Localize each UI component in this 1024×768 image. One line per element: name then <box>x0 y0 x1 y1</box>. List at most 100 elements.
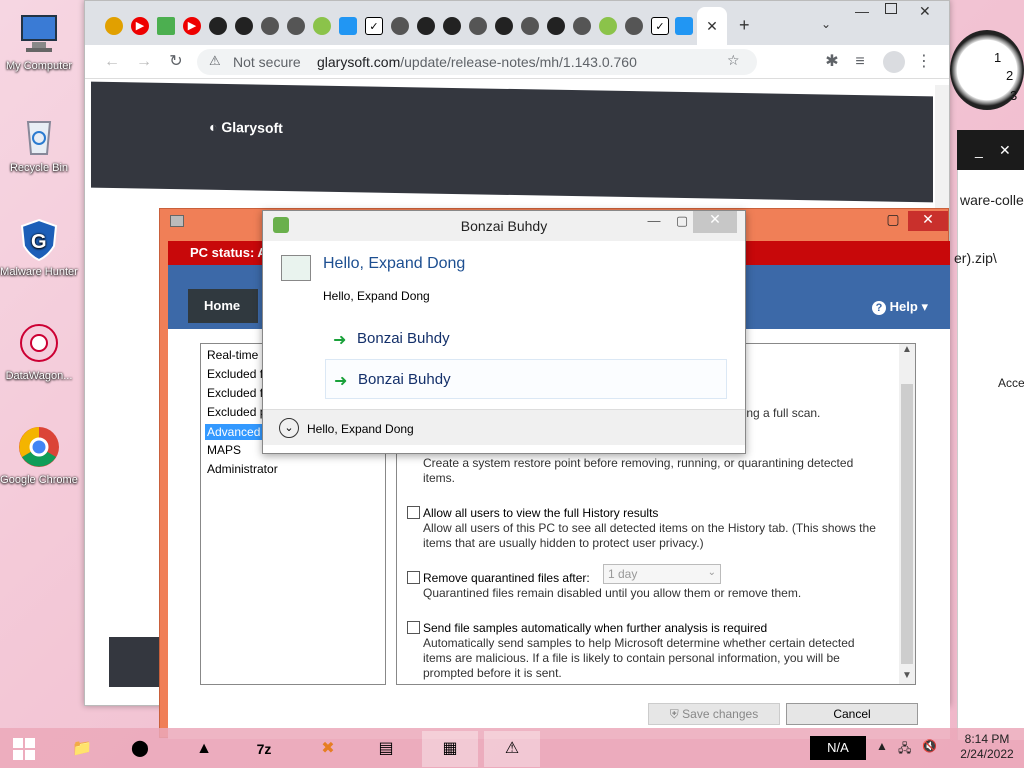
dialog-subtext: Hello, Expand Dong <box>323 289 430 303</box>
7zip-icon[interactable]: 7z <box>236 731 292 767</box>
file-explorer-icon[interactable]: 📁 <box>54 731 110 767</box>
desktop-icon-label: DataWagon... <box>5 370 73 382</box>
settings-nav-item-advanced[interactable]: Advanced <box>205 424 263 440</box>
desktop-icon-label: Recycle Bin <box>9 162 69 174</box>
taskbar-app-icon[interactable]: ▲ <box>176 731 232 767</box>
settings-nav-item[interactable]: Real-time p <box>207 348 268 362</box>
minimize-icon[interactable]: _ <box>975 142 983 158</box>
logo-text: Glarysoft <box>221 118 283 136</box>
quarantine-checkbox[interactable] <box>407 571 420 584</box>
globe-icon[interactable] <box>261 17 279 35</box>
volume-muted-icon[interactable]: 🔇 <box>922 739 937 753</box>
samples-option-label[interactable]: Send file samples automatically when fur… <box>423 621 767 635</box>
command-link[interactable]: ➜ Bonzai Buhdy <box>325 319 727 359</box>
na-indicator[interactable]: N/A <box>810 736 866 760</box>
close-icon[interactable]: ✕ <box>919 3 931 20</box>
extensions-icon[interactable]: ✱ <box>821 51 843 73</box>
checkbox-icon[interactable]: ✓ <box>365 17 383 35</box>
globe-icon[interactable] <box>521 17 539 35</box>
globe-icon[interactable] <box>573 17 591 35</box>
security-label: Not secure <box>233 54 301 70</box>
back-icon[interactable]: ← <box>101 51 123 73</box>
maximize-icon[interactable] <box>885 3 897 14</box>
tab-favicon-icon[interactable] <box>105 17 123 35</box>
desktop-icon-google-chrome[interactable]: Google Chrome <box>0 424 78 487</box>
xampp-icon[interactable]: ✖ <box>300 731 356 767</box>
shield-icon[interactable] <box>675 17 693 35</box>
desktop-icon-recycle-bin[interactable]: Recycle Bin <box>0 112 78 175</box>
tab-search-icon[interactable]: ⌄ <box>821 17 831 31</box>
desktop-icon-datawagon[interactable]: DataWagon... <box>0 320 78 383</box>
scrollbar-thumb[interactable] <box>901 384 913 664</box>
settings-nav-item[interactable]: MAPS <box>207 443 241 457</box>
address-bar[interactable]: ⚠ Not secure glarysoft.com/update/releas… <box>197 49 757 75</box>
close-icon[interactable]: ✕ <box>693 211 737 233</box>
globe-icon[interactable] <box>287 17 305 35</box>
reload-icon[interactable]: ↻ <box>165 51 187 73</box>
chrome-icon[interactable]: ⬤ <box>112 731 168 767</box>
maximize-icon[interactable]: ▢ <box>878 211 908 231</box>
save-changes-label: Save changes <box>682 707 759 721</box>
youtube-icon[interactable]: ▶ <box>131 17 149 35</box>
show-hidden-icons-icon[interactable]: ▲ <box>876 739 888 753</box>
command-link[interactable]: ➜ Bonzai Buhdy <box>325 359 727 399</box>
minimize-icon[interactable]: — <box>855 3 869 19</box>
warning-icon[interactable]: ⚠ <box>209 53 221 69</box>
settings-nav-item[interactable]: Excluded fi <box>207 367 266 381</box>
quarantine-period-select[interactable]: 1 day ⌄ <box>603 564 721 584</box>
github-icon[interactable] <box>209 17 227 35</box>
samples-checkbox[interactable] <box>407 621 420 634</box>
github-icon[interactable] <box>235 17 253 35</box>
taskbar-clock[interactable]: 8:14 PM 2/24/2022 <box>950 732 1024 762</box>
page-banner: ◐ Glarysoft <box>91 81 933 203</box>
android-icon[interactable] <box>313 17 331 35</box>
settings-scrollbar[interactable]: ▲ ▼ <box>899 344 915 684</box>
settings-nav-item[interactable]: Excluded fi <box>207 386 266 400</box>
github-icon[interactable] <box>417 17 435 35</box>
save-changes-button[interactable]: ⛨ Save changes <box>648 703 780 725</box>
globe-icon[interactable] <box>625 17 643 35</box>
new-tab-button[interactable]: + <box>739 15 750 36</box>
globe-icon[interactable] <box>391 17 409 35</box>
profile-avatar[interactable] <box>883 51 905 73</box>
defender-taskbar-icon[interactable]: ▦ <box>422 731 478 767</box>
tab-strip: ▶ ▶ ✓ ✓ ✕ + ⌄ — ✕ <box>85 1 949 45</box>
close-icon[interactable]: ✕ <box>999 142 1011 159</box>
globe-icon[interactable] <box>469 17 487 35</box>
shield-icon[interactable] <box>339 17 357 35</box>
android-icon[interactable] <box>599 17 617 35</box>
star-icon[interactable]: ☆ <box>727 52 740 69</box>
scroll-down-icon[interactable]: ▼ <box>902 670 912 681</box>
archive-icon[interactable]: ▤ <box>358 731 414 767</box>
tab-close-icon[interactable]: ✕ <box>697 7 727 45</box>
close-icon[interactable]: ✕ <box>908 211 948 231</box>
checkbox-icon[interactable]: ✓ <box>651 17 669 35</box>
menu-icon[interactable]: ⋮ <box>913 51 935 73</box>
bonzai-taskbar-icon[interactable]: ⚠ <box>484 731 540 767</box>
github-icon[interactable] <box>443 17 461 35</box>
forward-icon[interactable]: → <box>133 51 155 73</box>
quarantine-option-label[interactable]: Remove quarantined files after: <box>423 571 590 585</box>
network-icon[interactable]: 🖧 <box>898 739 911 760</box>
desktop-icon-malware-hunter[interactable]: G Malware Hunter <box>0 216 78 279</box>
settings-nav-item[interactable]: Administrator <box>207 462 278 476</box>
expand-chevron-icon[interactable]: ⌄ <box>279 418 299 438</box>
cancel-button[interactable]: Cancel <box>786 703 918 725</box>
clock-date: 2/24/2022 <box>960 747 1014 761</box>
windows-icon[interactable] <box>157 17 175 35</box>
history-option-label[interactable]: Allow all users to view the full History… <box>423 506 658 520</box>
minimize-icon[interactable]: — <box>639 213 669 233</box>
github-icon[interactable] <box>495 17 513 35</box>
chrome-icon <box>16 424 62 470</box>
desktop-icon-my-computer[interactable]: My Computer <box>0 10 78 73</box>
scroll-up-icon[interactable]: ▲ <box>902 344 912 355</box>
media-icon[interactable]: ≡ <box>849 51 871 73</box>
github-icon[interactable] <box>547 17 565 35</box>
help-button[interactable]: ? Help ▾ <box>872 299 928 315</box>
history-checkbox[interactable] <box>407 506 420 519</box>
youtube-icon[interactable]: ▶ <box>183 17 201 35</box>
start-button[interactable] <box>0 731 48 767</box>
settings-nav-item[interactable]: Excluded p <box>207 405 266 419</box>
chrome-toolbar: ← → ↻ ⚠ Not secure glarysoft.com/update/… <box>85 45 949 79</box>
tab-home[interactable]: Home <box>188 289 258 323</box>
